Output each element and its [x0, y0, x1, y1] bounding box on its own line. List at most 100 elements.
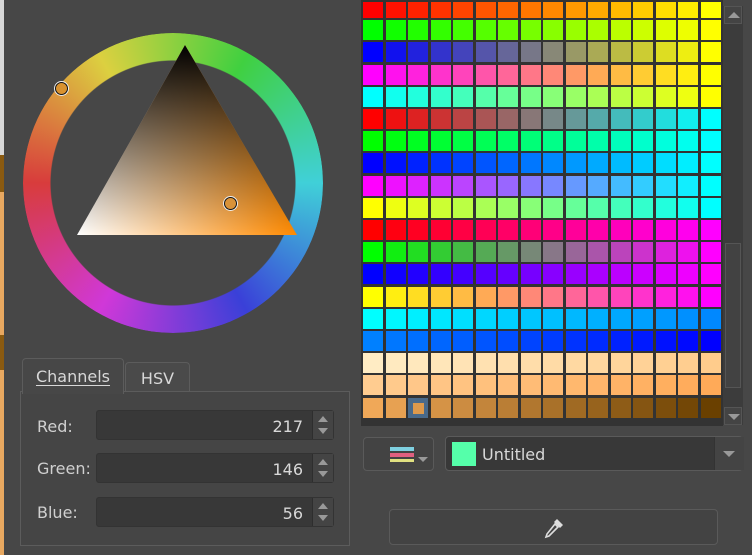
palette-swatch-cell[interactable]	[700, 286, 721, 307]
palette-swatch-cell[interactable]	[700, 86, 721, 107]
palette-swatch-cell[interactable]	[588, 197, 608, 218]
palette-swatch-cell[interactable]	[588, 397, 608, 418]
palette-swatch-cell[interactable]	[430, 242, 451, 263]
palette-swatch-cell[interactable]	[498, 20, 518, 41]
palette-swatch-cell[interactable]	[565, 242, 586, 263]
palette-swatch-cell[interactable]	[610, 197, 631, 218]
green-spinbox[interactable]: 146	[96, 453, 334, 483]
palette-swatch-cell[interactable]	[633, 375, 653, 396]
palette-swatch-cell[interactable]	[453, 264, 473, 285]
palette-swatch-cell[interactable]	[520, 197, 541, 218]
palette-swatch-cell[interactable]	[520, 175, 541, 196]
palette-swatch-cell[interactable]	[430, 2, 451, 18]
palette-swatch-cell[interactable]	[543, 397, 563, 418]
palette-swatch-cell[interactable]	[520, 64, 541, 85]
palette-swatch-cell[interactable]	[498, 264, 518, 285]
palette-swatch-cell[interactable]	[633, 153, 653, 174]
palette-swatch-cell[interactable]	[633, 109, 653, 129]
palette-swatch-cell[interactable]	[475, 20, 496, 41]
palette-swatch-cell[interactable]	[453, 64, 473, 85]
palette-swatch-cell[interactable]	[430, 331, 451, 351]
palette-swatch-cell[interactable]	[565, 86, 586, 107]
palette-swatch-cell[interactable]	[633, 308, 653, 329]
palette-swatch-cell[interactable]	[385, 220, 406, 240]
palette-swatch-cell[interactable]	[588, 2, 608, 18]
palette-swatch-cell[interactable]	[700, 308, 721, 329]
palette-swatch-cell[interactable]	[430, 308, 451, 329]
palette-swatch-cell[interactable]	[498, 375, 518, 396]
palette-swatch-cell[interactable]	[385, 264, 406, 285]
palette-swatch-cell[interactable]	[588, 308, 608, 329]
scroll-down-button[interactable]	[724, 407, 742, 425]
palette-swatch-cell[interactable]	[700, 175, 721, 196]
palette-swatch-cell[interactable]	[678, 20, 698, 41]
palette-swatch-cell[interactable]	[655, 109, 676, 129]
tab-hsv[interactable]: HSV	[125, 362, 190, 393]
palette-swatch-cell[interactable]	[633, 286, 653, 307]
palette-swatch-cell[interactable]	[655, 286, 676, 307]
palette-swatch-cell[interactable]	[520, 220, 541, 240]
palette-swatch-cell[interactable]	[655, 308, 676, 329]
palette-swatch-cell[interactable]	[475, 2, 496, 18]
palette-swatch-cell[interactable]	[363, 353, 383, 374]
palette-swatch-cell[interactable]	[475, 353, 496, 374]
palette-swatch-cell[interactable]	[543, 286, 563, 307]
palette-swatch-cell[interactable]	[543, 20, 563, 41]
palette-swatch-cell[interactable]	[610, 242, 631, 263]
palette-swatch-cell[interactable]	[655, 20, 676, 41]
palette-swatch-cell[interactable]	[430, 109, 451, 129]
palette-swatch-cell[interactable]	[363, 264, 383, 285]
palette-swatch-cell[interactable]	[565, 197, 586, 218]
palette-swatch-cell[interactable]	[385, 375, 406, 396]
palette-swatch-cell[interactable]	[700, 397, 721, 418]
palette-swatch-cell[interactable]	[543, 64, 563, 85]
palette-swatch-cell[interactable]	[408, 397, 428, 418]
palette-swatch-cell[interactable]	[678, 308, 698, 329]
palette-swatch-cell[interactable]	[453, 375, 473, 396]
palette-swatch-cell[interactable]	[543, 331, 563, 351]
palette-swatch-cell[interactable]	[543, 353, 563, 374]
palette-swatch-cell[interactable]	[678, 109, 698, 129]
palette-swatch-cell[interactable]	[498, 242, 518, 263]
palette-swatch-cell[interactable]	[655, 64, 676, 85]
palette-swatch-cell[interactable]	[385, 86, 406, 107]
palette-swatch-cell[interactable]	[610, 175, 631, 196]
palette-swatch-cell[interactable]	[520, 153, 541, 174]
palette-swatch-cell[interactable]	[655, 175, 676, 196]
palette-swatch-cell[interactable]	[678, 131, 698, 152]
palette-swatch-cell[interactable]	[498, 64, 518, 85]
palette-swatch-cell[interactable]	[678, 175, 698, 196]
palette-swatch-cell[interactable]	[475, 331, 496, 351]
tab-channels[interactable]: Channels	[22, 358, 124, 394]
palette-swatch-cell[interactable]	[678, 264, 698, 285]
palette-swatch-cell[interactable]	[520, 2, 541, 18]
palette-swatch-cell[interactable]	[498, 353, 518, 374]
palette-swatch-cell[interactable]	[498, 397, 518, 418]
palette-swatch-cell[interactable]	[610, 375, 631, 396]
red-spinbox[interactable]: 217	[96, 410, 334, 440]
palette-swatch-cell[interactable]	[610, 109, 631, 129]
palette-scrollbar[interactable]	[723, 6, 743, 425]
palette-swatch-cell[interactable]	[588, 331, 608, 351]
palette-swatch-cell[interactable]	[633, 331, 653, 351]
palette-swatch-cell[interactable]	[633, 397, 653, 418]
palette-swatch-cell[interactable]	[678, 197, 698, 218]
palette-swatch-cell[interactable]	[565, 353, 586, 374]
palette-swatch-cell[interactable]	[498, 331, 518, 351]
palette-swatch-cell[interactable]	[385, 109, 406, 129]
palette-swatch-cell[interactable]	[363, 2, 383, 18]
palette-swatch-cell[interactable]	[408, 175, 428, 196]
palette-swatch-cell[interactable]	[543, 242, 563, 263]
palette-swatch-cell[interactable]	[520, 331, 541, 351]
palette-swatch-cell[interactable]	[475, 153, 496, 174]
palette-swatch-cell[interactable]	[363, 131, 383, 152]
palette-swatch-cell[interactable]	[565, 286, 586, 307]
palette-swatch-cell[interactable]	[565, 264, 586, 285]
palette-swatch-cell[interactable]	[363, 308, 383, 329]
palette-swatch-cell[interactable]	[408, 153, 428, 174]
palette-swatch-cell[interactable]	[700, 153, 721, 174]
palette-swatch-cell[interactable]	[633, 2, 653, 18]
palette-swatch-cell[interactable]	[430, 220, 451, 240]
palette-swatch-cell[interactable]	[543, 375, 563, 396]
palette-swatch-cell[interactable]	[610, 308, 631, 329]
